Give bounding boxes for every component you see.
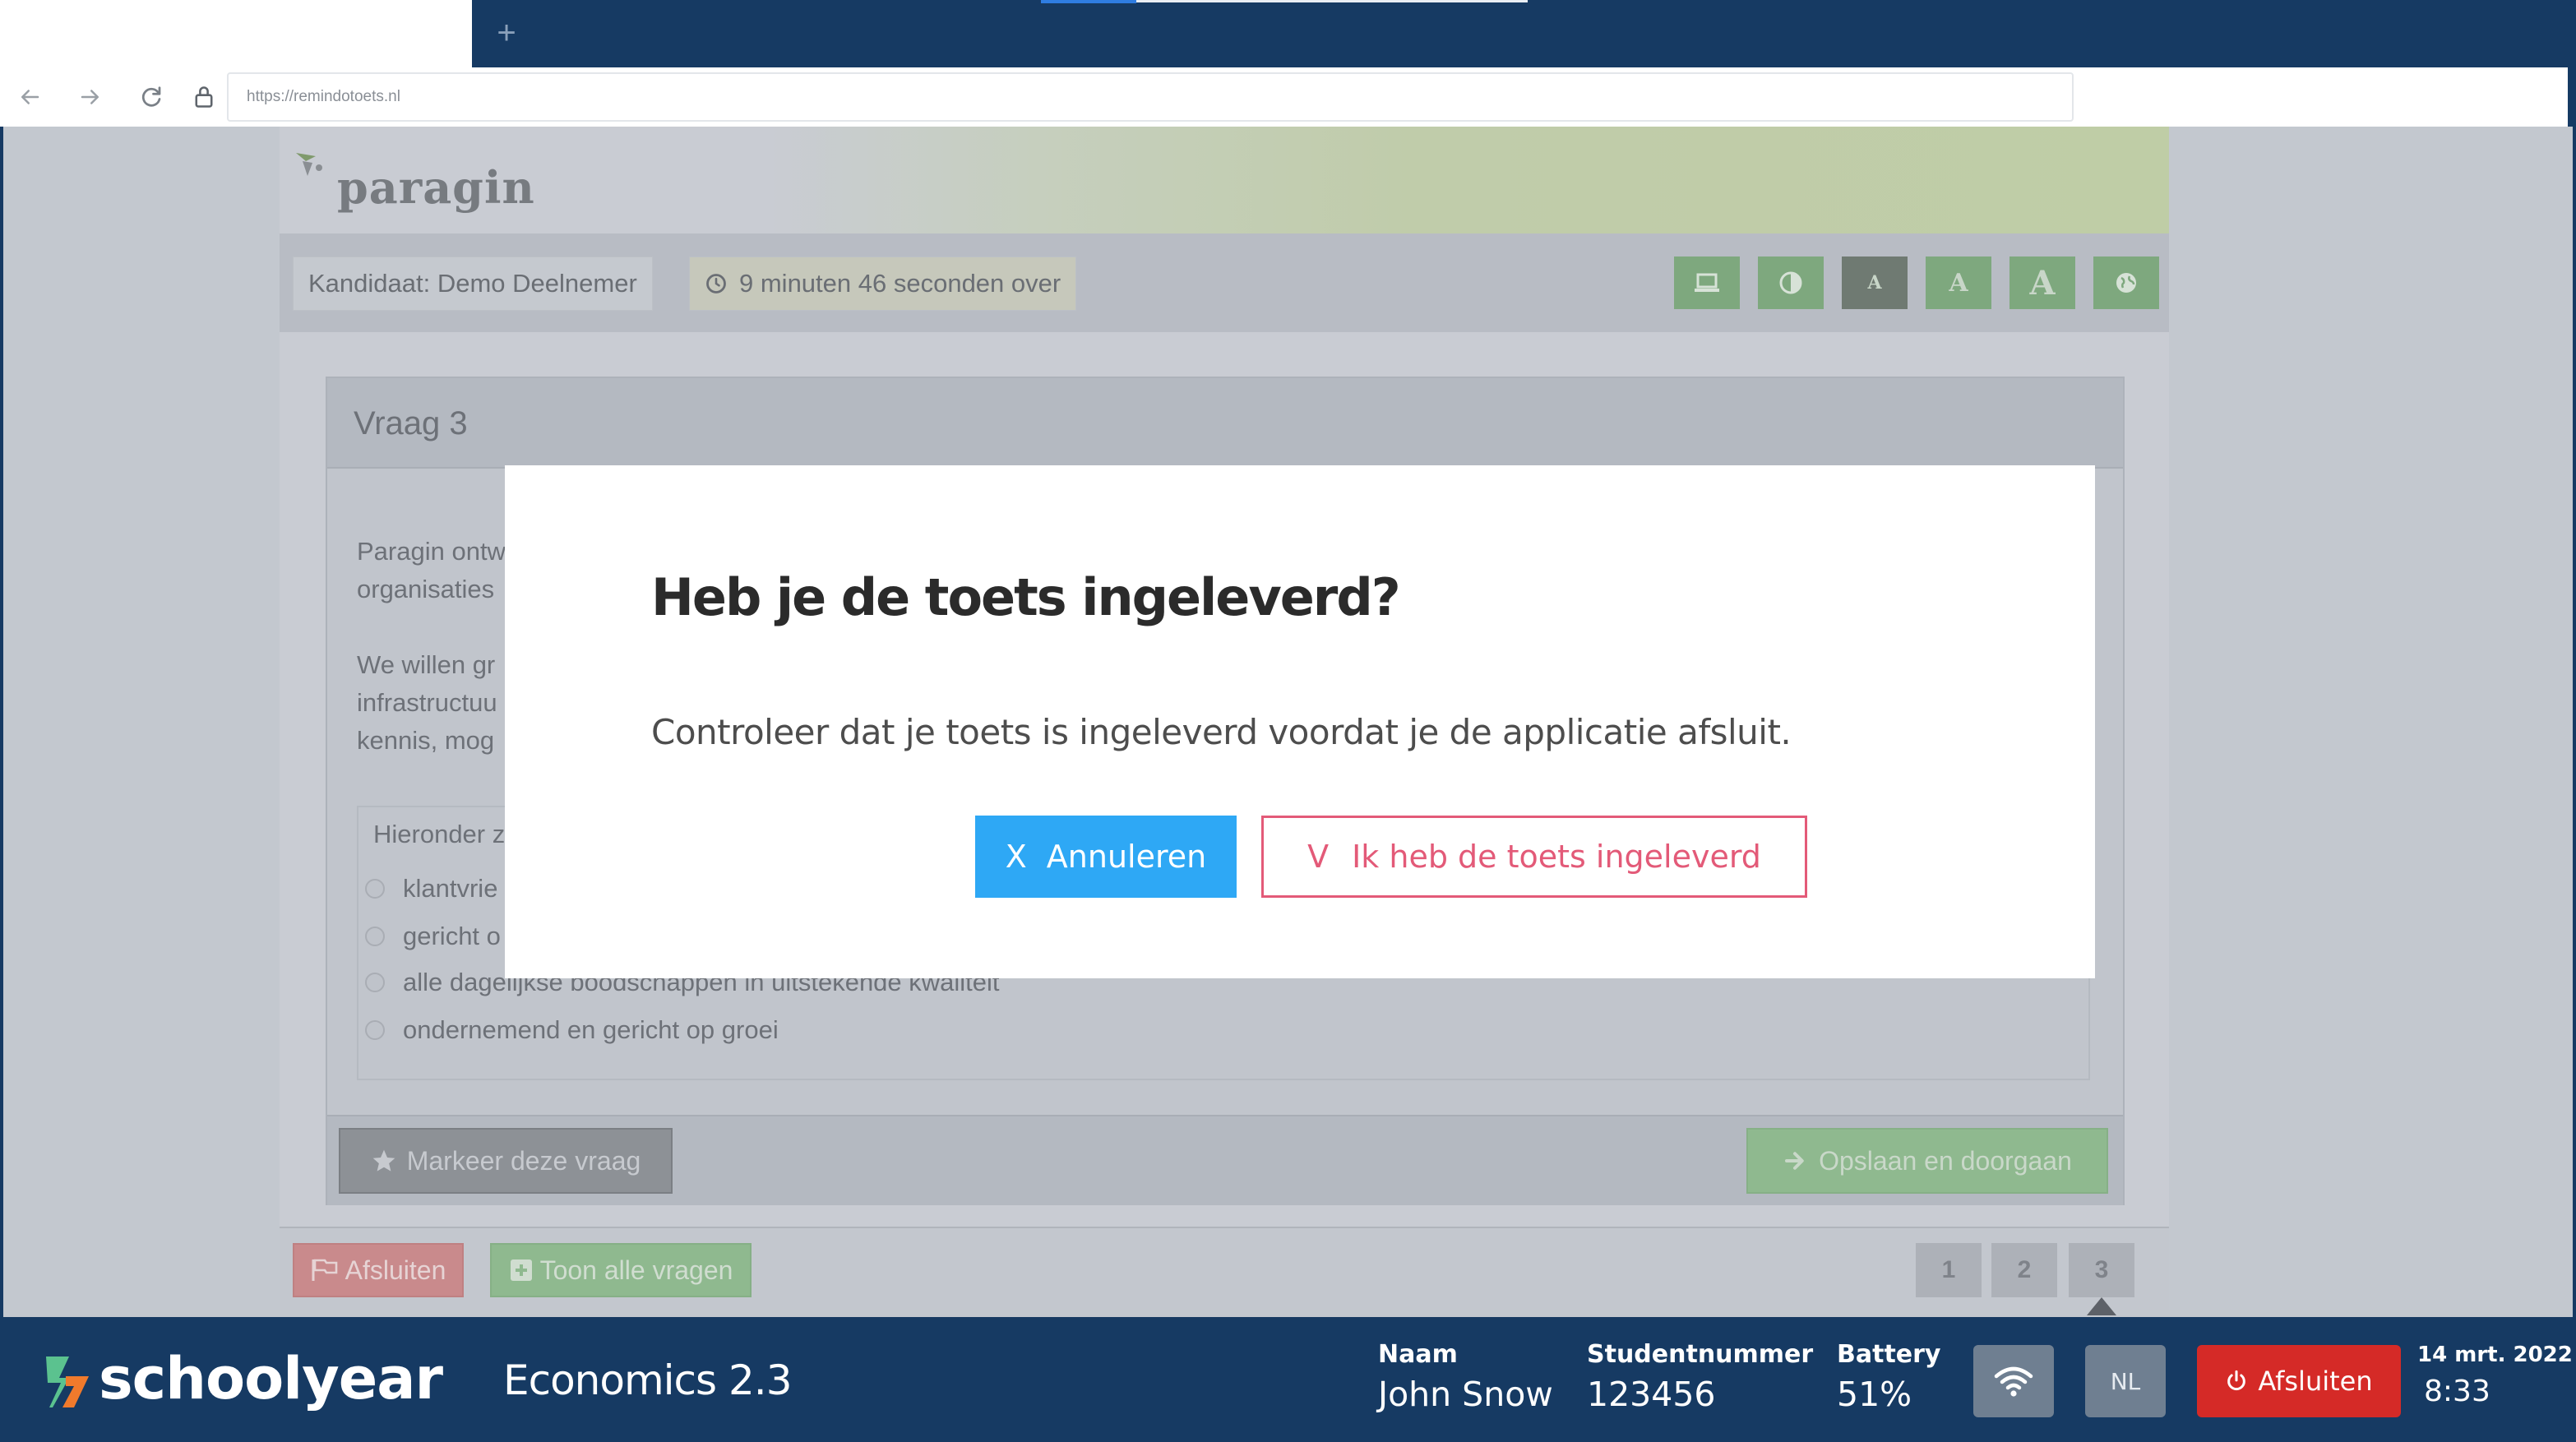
course-name: Economics 2.3: [503, 1356, 793, 1404]
current-time: 8:33: [2424, 1375, 2490, 1408]
exam-quit-button[interactable]: Afsluiten: [293, 1243, 464, 1297]
answer-option-label: gericht o: [403, 922, 501, 950]
question-paragraph-2: We willen gr infrastructuu kennis, mog: [357, 650, 497, 755]
forward-icon[interactable]: [72, 79, 109, 115]
plus-square-icon: [510, 1259, 532, 1281]
flag-icon: [312, 1259, 337, 1281]
schoolyear-brand: schoolyear: [99, 1345, 443, 1412]
address-bar[interactable]: https://remindotoets.nl: [227, 72, 2074, 122]
arrow-right-icon: [1785, 1152, 1804, 1170]
exam-navigation-bar: Afsluiten Toon alle vragen 1 2 3: [280, 1227, 2169, 1315]
show-all-questions-button[interactable]: Toon alle vragen: [490, 1243, 752, 1297]
current-date: 14 mrt. 2022: [2417, 1343, 2573, 1367]
radio-button[interactable]: [365, 879, 385, 899]
tab-loading-indicator: [1041, 0, 1136, 3]
lock-icon: [186, 79, 222, 115]
exam-quit-label: Afsluiten: [345, 1255, 446, 1285]
battery-label: Battery: [1837, 1340, 1941, 1369]
question-footer: Markeer deze vraag Opslaan en doorgaan: [327, 1115, 2123, 1205]
question-header: Vraag 3: [327, 378, 2123, 469]
contrast-button[interactable]: [1758, 257, 1824, 309]
browser-nav-bar: https://remindotoets.nl: [0, 67, 2576, 127]
paragin-logo-icon: [294, 151, 324, 189]
student-number-value: 123456: [1587, 1375, 1716, 1414]
browser-tab-active[interactable]: [0, 0, 472, 67]
star-icon: [372, 1149, 395, 1172]
power-icon: [2227, 1370, 2246, 1391]
globe-icon: [2116, 273, 2136, 293]
exam-toolbar: Kandidaat: Demo Deelnemer 9 minuten 46 s…: [280, 233, 2169, 332]
student-number: Studentnummer 123456: [1587, 1338, 1813, 1417]
clock: 14 mrt. 2022 8:33: [2417, 1340, 2573, 1414]
check-icon: V: [1307, 839, 1330, 875]
dialog-message: Controleer dat je toets is ingeleverd vo…: [651, 712, 1792, 752]
answer-option-label: ondernemend en gericht op groei: [403, 1015, 779, 1044]
cancel-button[interactable]: X Annuleren: [975, 816, 1237, 898]
cancel-label: Annuleren: [1046, 839, 1207, 875]
confirm-submitted-label: Ik heb de toets ingeleverd: [1352, 839, 1761, 875]
answer-option-label: klantvrie: [403, 874, 498, 903]
dialog-title: Heb je de toets ingeleverd?: [651, 567, 1401, 627]
answer-option[interactable]: klantvrie: [365, 868, 497, 909]
timer-chip: 9 minuten 46 seconden over: [689, 257, 1077, 311]
quit-app-label: Afsluiten: [2258, 1366, 2373, 1397]
back-icon[interactable]: [12, 79, 48, 115]
schoolyear-status-bar: schoolyear Economics 2.3 Naam John Snow …: [0, 1317, 2576, 1442]
timer-text: 9 minuten 46 seconden over: [739, 269, 1061, 298]
confirm-submitted-button[interactable]: V Ik heb de toets ingeleverd: [1261, 816, 1807, 898]
answer-option[interactable]: gericht o: [365, 916, 501, 957]
mark-question-button[interactable]: Markeer deze vraag: [339, 1128, 673, 1194]
show-all-questions-label: Toon alle vragen: [539, 1255, 733, 1285]
laptop-icon: [1695, 273, 1719, 292]
page-button-2[interactable]: 2: [1991, 1243, 2057, 1297]
current-page-indicator: [2087, 1297, 2116, 1315]
font-large-button[interactable]: A: [2009, 257, 2075, 309]
language-select[interactable]: NL: [2085, 1345, 2166, 1417]
student-name-label: Naam: [1378, 1340, 1458, 1369]
answer-options-label: Hieronder z: [373, 820, 506, 848]
page-button-3[interactable]: 3: [2069, 1243, 2134, 1297]
battery-value: 51%: [1837, 1375, 1912, 1414]
contrast-icon: [1779, 271, 1802, 294]
question-paragraph-1: Paragin ontw organisaties: [357, 537, 506, 603]
browser-tab-bar: +: [0, 0, 2576, 67]
cancel-icon: X: [1005, 839, 1027, 875]
tab-strip-highlight: [1136, 0, 1528, 2]
question-title: Vraag 3: [354, 405, 468, 441]
radio-button[interactable]: [365, 1020, 385, 1040]
student-number-label: Studentnummer: [1587, 1340, 1814, 1369]
clock-icon: [706, 274, 726, 293]
radio-button[interactable]: [365, 927, 385, 946]
wifi-button[interactable]: [1973, 1345, 2054, 1417]
address-bar-url: https://remindotoets.nl: [247, 88, 400, 105]
screen-mode-button[interactable]: [1674, 257, 1740, 309]
font-medium-button[interactable]: A: [1926, 257, 1991, 309]
paragin-logo: paragin: [337, 161, 535, 214]
answer-option[interactable]: ondernemend en gericht op groei: [365, 1010, 779, 1051]
schoolyear-logo-icon: [41, 1353, 92, 1411]
new-tab-button[interactable]: +: [490, 12, 523, 54]
confirm-submission-dialog: Heb je de toets ingeleverd? Controleer d…: [505, 465, 2095, 978]
reload-icon[interactable]: [133, 79, 169, 115]
page-button-1[interactable]: 1: [1916, 1243, 1982, 1297]
quit-app-button[interactable]: Afsluiten: [2197, 1345, 2401, 1417]
language-button[interactable]: [2093, 257, 2159, 309]
mark-question-label: Markeer deze vraag: [406, 1145, 641, 1176]
candidate-label: Kandidaat: Demo Deelnemer: [293, 257, 653, 311]
save-continue-label: Opslaan en doorgaan: [1819, 1145, 2072, 1176]
wifi-icon: [1994, 1366, 2033, 1397]
student-name: Naam John Snow: [1378, 1338, 1553, 1417]
save-continue-button[interactable]: Opslaan en doorgaan: [1746, 1128, 2108, 1194]
student-name-value: John Snow: [1378, 1375, 1553, 1414]
battery-status: Battery 51%: [1837, 1338, 1941, 1417]
font-small-button[interactable]: A: [1842, 257, 1908, 309]
radio-button[interactable]: [365, 973, 385, 992]
exam-banner: paragin: [280, 127, 2169, 233]
